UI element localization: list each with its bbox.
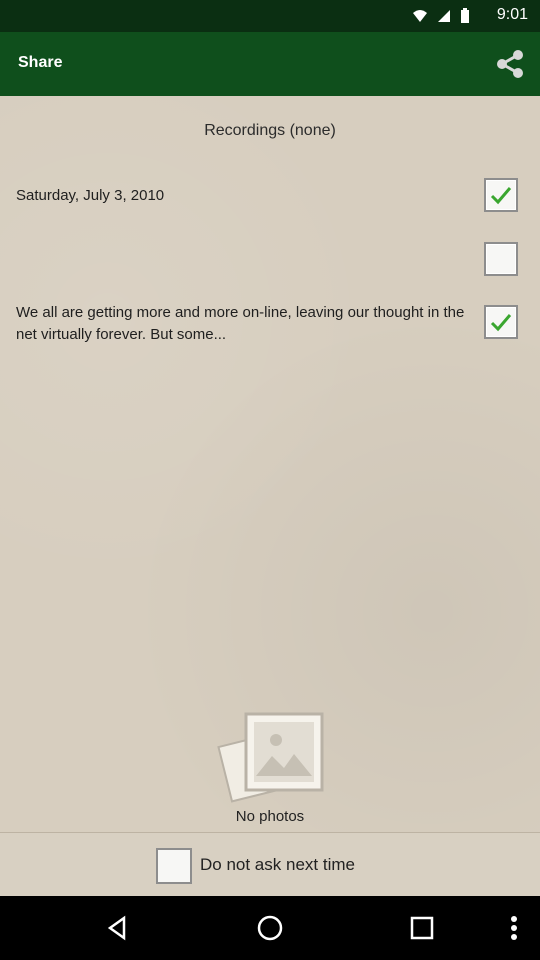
item-checkbox[interactable] bbox=[484, 178, 518, 212]
share-icon bbox=[497, 50, 523, 78]
app-bar: Share bbox=[0, 32, 540, 96]
navigation-bar bbox=[0, 896, 540, 960]
item-checkbox[interactable] bbox=[484, 305, 518, 339]
more-vert-icon bbox=[511, 916, 517, 940]
content-area: Recordings (none) Saturday, July 3, 2010… bbox=[0, 96, 540, 832]
item-label: Saturday, July 3, 2010 bbox=[16, 187, 165, 204]
home-icon bbox=[257, 915, 283, 941]
item-checkbox[interactable] bbox=[484, 242, 518, 276]
list-item[interactable] bbox=[0, 242, 540, 276]
status-bar: 9:01 bbox=[0, 0, 540, 32]
item-label: We all are getting more and more on-line… bbox=[16, 304, 465, 343]
menu-button[interactable] bbox=[498, 912, 530, 944]
status-time: 9:01 bbox=[496, 6, 528, 23]
recordings-header: Recordings (none) bbox=[204, 122, 336, 139]
share-button[interactable] bbox=[492, 46, 528, 82]
do-not-ask-label[interactable]: Do not ask next time bbox=[200, 855, 355, 875]
list-item[interactable]: Saturday, July 3, 2010 bbox=[0, 178, 540, 212]
home-button[interactable] bbox=[254, 912, 286, 944]
wifi-icon bbox=[413, 10, 427, 22]
signal-icon bbox=[438, 10, 450, 22]
back-icon bbox=[107, 915, 126, 941]
checkmark-icon bbox=[490, 187, 512, 205]
bottom-bar: Do not ask next time bbox=[0, 832, 540, 897]
do-not-ask-checkbox[interactable] bbox=[156, 848, 192, 884]
photo-placeholder bbox=[0, 706, 540, 815]
battery-icon bbox=[461, 8, 469, 23]
back-button[interactable] bbox=[102, 912, 134, 944]
checkmark-icon bbox=[490, 314, 512, 332]
status-icons bbox=[412, 8, 470, 24]
no-photos-label: No photos bbox=[235, 808, 305, 825]
recents-button[interactable] bbox=[406, 912, 438, 944]
list-item[interactable]: We all are getting more and more on-line… bbox=[0, 302, 540, 346]
recents-icon bbox=[410, 916, 434, 940]
photos-icon bbox=[217, 712, 324, 803]
page-title: Share bbox=[18, 54, 63, 71]
